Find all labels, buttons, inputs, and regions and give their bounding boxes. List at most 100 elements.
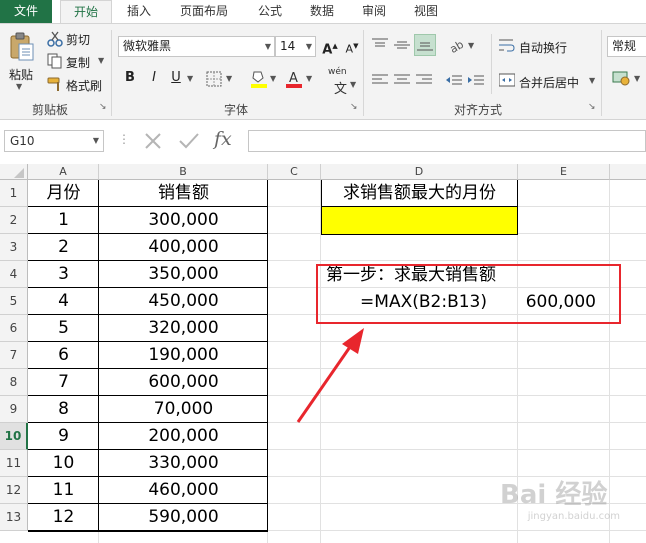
row-header[interactable]: 8 [0,369,28,396]
group-separator [601,30,602,116]
alignment-group-label: 对齐方式 [453,103,502,117]
group-separator [363,30,364,116]
name-box-value: G10 [10,134,35,148]
align-right-icon[interactable] [416,73,432,87]
row-header[interactable]: 5 [0,288,28,315]
orientation-icon[interactable]: ab [448,36,466,56]
align-middle-icon[interactable] [394,38,410,52]
row-header[interactable]: 2 [0,207,28,234]
merge-center-button[interactable]: 合并后居中 [519,74,579,91]
chevron-down-icon[interactable]: ▼ [306,37,312,56]
tab-formulas[interactable]: 公式 [248,0,292,24]
clipboard-dialog-launcher-icon[interactable]: ↘ [99,102,107,112]
tab-data[interactable]: 数据 [300,0,344,24]
increase-indent-icon[interactable] [468,73,484,87]
fill-color-dropdown-icon[interactable]: ▼ [270,74,276,83]
wrap-text-icon[interactable] [499,38,515,52]
bold-button[interactable]: B [120,68,140,88]
svg-text:A: A [289,71,298,86]
row-header[interactable]: 4 [0,261,28,288]
group-separator [491,34,492,94]
column-header[interactable]: A [28,164,99,180]
phonetic-guide-label: wén [328,67,347,77]
chevron-down-icon[interactable]: ▼ [265,37,271,56]
font-color-icon[interactable]: A [285,69,303,89]
font-color-dropdown-icon[interactable]: ▼ [306,74,312,83]
enter-icon[interactable] [174,126,204,156]
data-table-border [28,180,268,532]
tab-home[interactable]: 开始 [60,0,112,24]
watermark-text: Bai 经验 [500,480,608,510]
decrease-indent-icon[interactable] [446,73,462,87]
align-top-icon[interactable] [372,38,388,52]
italic-button[interactable]: I [144,68,164,88]
fill-color-icon[interactable] [250,69,268,89]
number-format-combo[interactable]: 常规 [607,36,646,57]
cancel-icon[interactable] [138,126,168,156]
chevron-down-icon[interactable]: ▼ [93,131,99,151]
question-title-cell[interactable]: 求销售额最大的月份 [321,180,518,207]
row-header[interactable]: 6 [0,315,28,342]
clipboard-group-label: 剪贴板 [31,103,68,117]
borders-dropdown-icon[interactable]: ▼ [226,74,232,83]
phonetic-guide-icon[interactable]: 文 [334,78,347,97]
insert-function-icon[interactable]: fx [214,128,232,150]
column-header[interactable] [610,164,646,180]
align-bottom-icon[interactable] [414,34,436,56]
font-dialog-launcher-icon[interactable]: ↘ [350,102,358,112]
align-left-icon[interactable] [372,73,388,87]
row-header[interactable]: 3 [0,234,28,261]
answer-cell[interactable] [321,207,518,235]
ribbon: 粘贴 ▼ 剪切 复制 ▼ 格式刷 剪贴板 ↘ 微软雅黑 ▼ 14 ▼ A▲ A▼… [0,23,646,120]
svg-text:ab: ab [448,38,466,54]
column-header[interactable]: E [518,164,610,180]
paste-icon[interactable] [9,32,35,62]
cut-button[interactable]: 剪切 [66,31,90,48]
tab-review[interactable]: 审阅 [352,0,396,24]
row-header[interactable]: 11 [0,450,28,477]
decrease-font-size-icon[interactable]: A▼ [342,36,362,56]
orientation-dropdown-icon[interactable]: ▼ [468,41,474,50]
row-header[interactable]: 7 [0,342,28,369]
copy-icon[interactable] [47,53,63,69]
row-header[interactable]: 13 [0,504,28,531]
row-header[interactable]: 9 [0,396,28,423]
column-header[interactable]: D [321,164,518,180]
merge-dropdown-icon[interactable]: ▼ [589,76,595,85]
format-painter-icon[interactable] [47,76,63,92]
formula-bar-separator-icon: ⋮ [118,132,130,146]
accounting-format-icon[interactable] [612,69,632,87]
worksheet-grid[interactable]: A B C D E 1 月份 销售额 2 1 300,000 3 2 400,000 4 3 350,… [0,164,646,543]
phonetic-dropdown-icon[interactable]: ▼ [350,80,356,89]
increase-font-size-icon[interactable]: A▲ [320,36,340,57]
paste-button[interactable]: 粘贴 [9,66,33,83]
wrap-text-button[interactable]: 自动换行 [519,39,567,56]
merge-center-icon[interactable] [498,73,516,87]
formula-input[interactable] [248,130,646,152]
tab-file[interactable]: 文件 [0,0,52,24]
underline-dropdown-icon[interactable]: ▼ [187,74,193,83]
underline-button[interactable]: U [166,68,186,88]
copy-dropdown-icon[interactable]: ▼ [98,56,104,65]
accounting-dropdown-icon[interactable]: ▼ [634,74,640,83]
row-header[interactable]: 10 [0,423,28,450]
font-size-combo[interactable]: 14 ▼ [275,36,316,57]
align-center-icon[interactable] [394,73,410,87]
tab-page-layout[interactable]: 页面布局 [168,0,240,24]
name-box[interactable]: G10 ▼ [4,130,104,152]
copy-button[interactable]: 复制 [66,54,90,71]
row-header[interactable]: 1 [0,180,28,207]
font-group-label: 字体 [223,103,248,117]
column-header[interactable]: C [268,164,321,180]
column-header[interactable]: B [99,164,268,180]
alignment-dialog-launcher-icon[interactable]: ↘ [588,102,596,112]
format-painter-button[interactable]: 格式刷 [66,77,102,94]
tab-insert[interactable]: 插入 [116,0,162,24]
font-name-combo[interactable]: 微软雅黑 ▼ [118,36,275,57]
tab-view[interactable]: 视图 [404,0,448,24]
cut-icon[interactable] [47,31,63,47]
borders-icon[interactable] [206,71,222,87]
row-header[interactable]: 12 [0,477,28,504]
select-all-corner[interactable] [0,164,28,180]
paste-dropdown-icon[interactable]: ▼ [16,82,22,91]
